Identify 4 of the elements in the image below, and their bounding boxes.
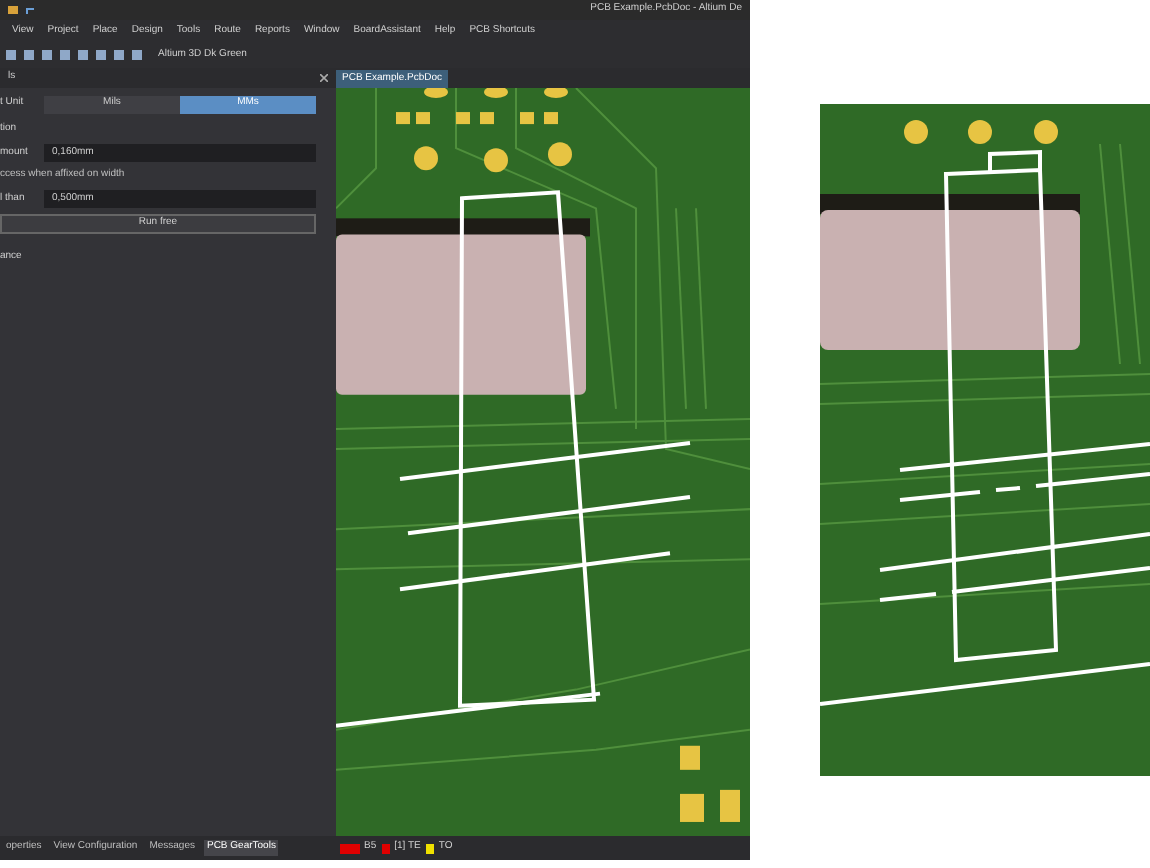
layer-swatch[interactable] [382, 843, 391, 853]
layer-swatch[interactable] [340, 843, 360, 853]
layer-swatch[interactable] [426, 843, 435, 853]
close-icon[interactable] [320, 74, 328, 82]
